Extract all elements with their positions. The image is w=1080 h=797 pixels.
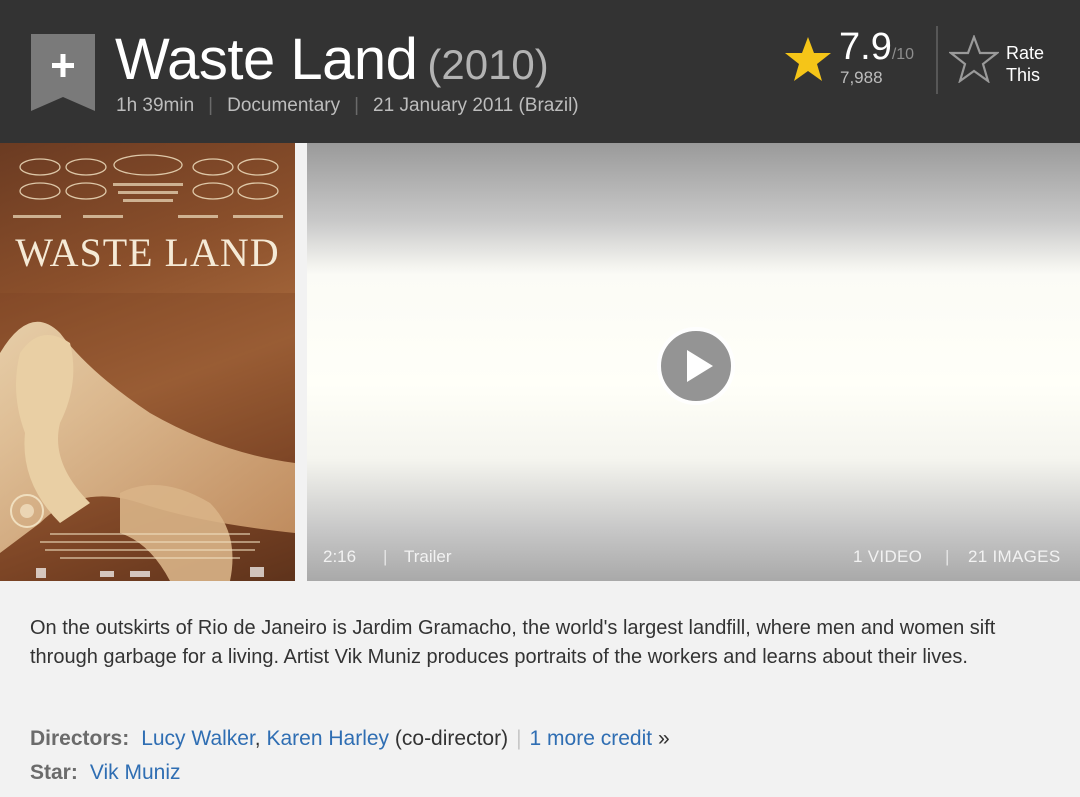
rating-value: 7.9/10 (839, 26, 914, 69)
more-credit-link[interactable]: 1 more credit (530, 727, 653, 750)
title-meta: 1h 39min | Documentary | 21 January 2011 (Br… (116, 95, 579, 117)
title-header: Waste Land (2010) 1h 39min | Documentary | 21… (0, 0, 1080, 143)
rate-label-line1: Rate (1006, 43, 1045, 63)
more-arrow: » (657, 727, 670, 750)
genre-link[interactable]: Documentary (227, 95, 340, 116)
star-filled-icon (785, 37, 831, 81)
video-separator: | (383, 547, 388, 566)
plot-summary-section: On the outskirts of Rio de Janeiro is Ja… (0, 581, 1080, 797)
movie-poster[interactable]: WASTE LAND (0, 143, 295, 581)
poster-laurels (13, 154, 283, 218)
play-icon[interactable] (656, 326, 736, 406)
meta-separator: | (354, 95, 360, 116)
video-type: Trailer (404, 547, 452, 566)
comma: , (254, 727, 261, 750)
movie-year[interactable]: (2010) (427, 41, 548, 88)
runtime: 1h 39min (116, 95, 195, 116)
rate-this-button[interactable]: Rate This (1006, 42, 1066, 86)
rating-max: /10 (891, 46, 915, 63)
star-label: Star: (30, 761, 78, 784)
directors-credit: Directors: Lucy Walker, Karen Harley (co-… (30, 727, 670, 751)
video-separator: | (945, 547, 950, 566)
directors-label: Directors: (30, 727, 130, 750)
plus-ribbon-icon (31, 34, 95, 111)
video-duration: 2:16 (323, 547, 357, 566)
rating-count[interactable]: 7,988 (840, 68, 883, 88)
movie-title: Waste Land (115, 27, 418, 92)
poster-title: WASTE LAND (15, 230, 280, 275)
trailer-player[interactable]: 2:16 | Trailer 1 VIDEO | 21 IMAGES (307, 143, 1080, 581)
header-divider (936, 26, 938, 94)
title-block: Waste Land (2010) (115, 26, 549, 93)
rate-label-line2: This (1006, 65, 1041, 85)
video-count-link[interactable]: 1 VIDEO (853, 547, 922, 567)
director-link-karen-harley[interactable]: Karen Harley (266, 727, 389, 750)
director-link-lucy-walker[interactable]: Lucy Walker (141, 727, 255, 750)
meta-separator: | (208, 95, 214, 116)
image-count-link[interactable]: 21 IMAGES (968, 547, 1060, 567)
rating-score: 7.9 (839, 26, 892, 68)
poster-artwork (0, 293, 295, 581)
star-link-vik-muniz[interactable]: Vik Muniz (90, 761, 181, 784)
plot-summary: On the outskirts of Rio de Janeiro is Ja… (30, 617, 996, 668)
credit-separator: | (516, 727, 522, 750)
star-credit: Star: Vik Muniz (30, 761, 181, 785)
add-to-watchlist-button[interactable] (31, 34, 95, 111)
director-role: (co-director) (394, 727, 509, 750)
release-date-link[interactable]: 21 January 2011 (Brazil) (373, 95, 579, 116)
star-outline-icon[interactable] (949, 35, 999, 83)
